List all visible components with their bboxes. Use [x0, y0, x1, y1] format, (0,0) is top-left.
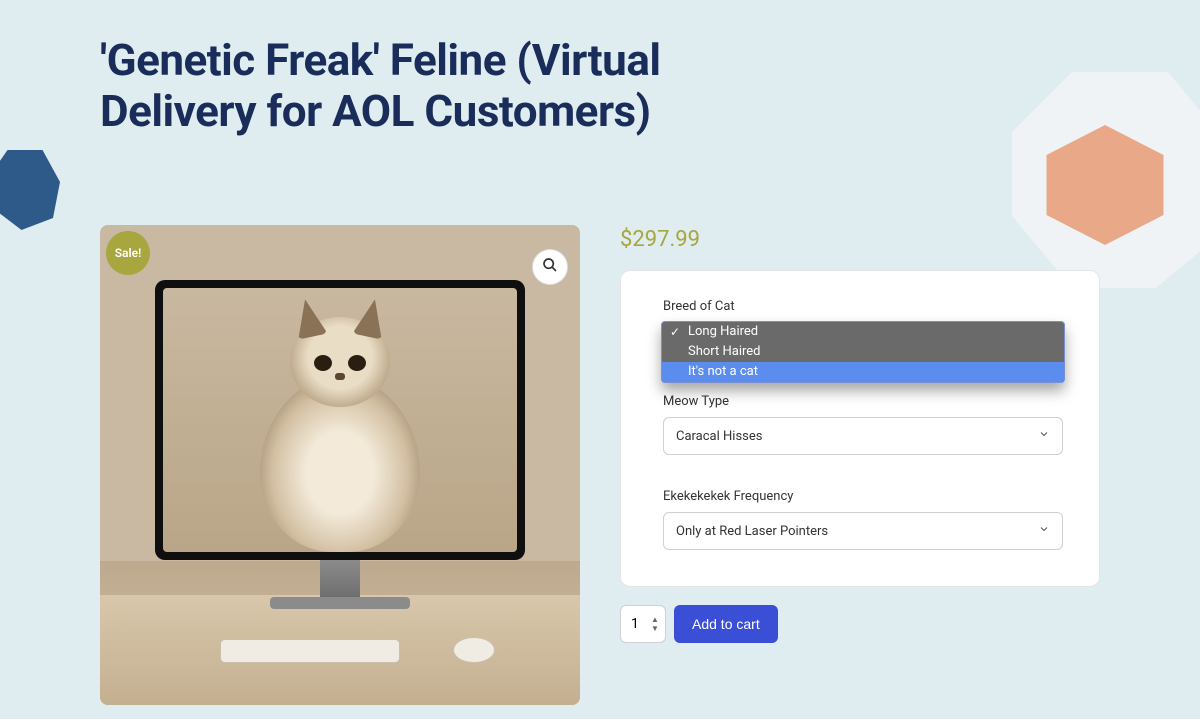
breed-option-long-haired[interactable]: Long Haired: [662, 322, 1064, 342]
breed-label: Breed of Cat: [663, 299, 1063, 314]
breed-field: Breed of Cat Long Haired Short Haired It…: [663, 299, 1063, 314]
meow-label: Meow Type: [663, 394, 1063, 409]
zoom-button[interactable]: [532, 249, 568, 285]
breed-dropdown-open[interactable]: Long Haired Short Haired It's not a cat: [661, 321, 1065, 383]
freq-select[interactable]: Only at Red Laser Pointers: [663, 512, 1063, 550]
breed-option-short-haired[interactable]: Short Haired: [662, 342, 1064, 362]
cart-row: 1 ▲ ▼ Add to cart: [620, 605, 1100, 643]
quantity-up-icon[interactable]: ▲: [649, 616, 661, 624]
product-image[interactable]: Sale!: [100, 225, 580, 705]
decorative-blob-left: [0, 150, 60, 230]
meow-select-value: Caracal Hisses: [676, 429, 762, 444]
product-illustration: [100, 225, 580, 705]
product-title: 'Genetic Freak' Feline (Virtual Delivery…: [100, 35, 700, 136]
meow-select[interactable]: Caracal Hisses: [663, 417, 1063, 455]
product-area: Sale!: [100, 225, 1100, 705]
freq-field: Ekekekekek Frequency Only at Red Laser P…: [663, 489, 1063, 550]
quantity-value: 1: [631, 616, 639, 632]
freq-select-value: Only at Red Laser Pointers: [676, 524, 828, 539]
product-price: $297.99: [620, 227, 1100, 252]
quantity-spinner[interactable]: ▲ ▼: [649, 610, 661, 638]
breed-option-not-a-cat[interactable]: It's not a cat: [662, 362, 1064, 382]
magnifier-icon: [542, 257, 558, 277]
product-details: $297.99 Breed of Cat Long Haired Short H…: [620, 225, 1100, 705]
sale-badge: Sale!: [106, 231, 150, 275]
quantity-stepper[interactable]: 1 ▲ ▼: [620, 605, 666, 643]
add-to-cart-button[interactable]: Add to cart: [674, 605, 778, 643]
chevron-down-icon: [1038, 428, 1050, 444]
quantity-down-icon[interactable]: ▼: [649, 625, 661, 633]
freq-label: Ekekekekek Frequency: [663, 489, 1063, 504]
meow-field: Meow Type Caracal Hisses: [663, 394, 1063, 455]
chevron-down-icon: [1038, 523, 1050, 539]
options-card: Breed of Cat Long Haired Short Haired It…: [620, 270, 1100, 587]
